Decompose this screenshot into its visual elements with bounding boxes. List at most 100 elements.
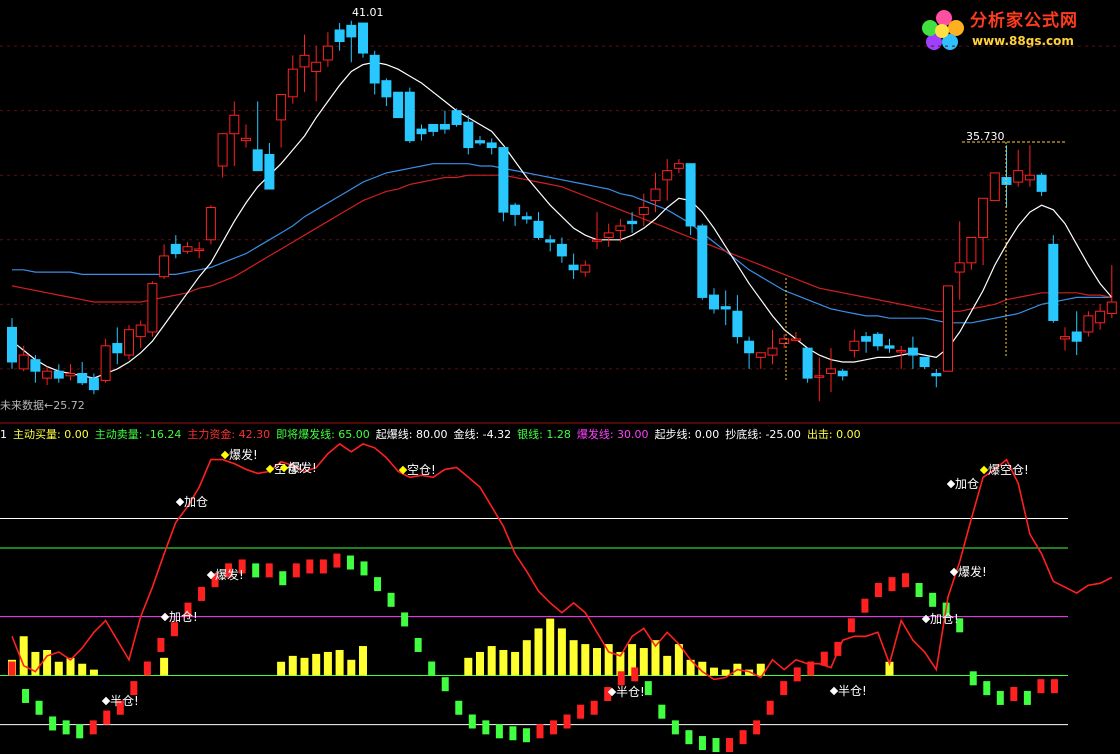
candle-body xyxy=(358,22,368,54)
active-buy-bar xyxy=(43,649,52,676)
signal-dot xyxy=(921,614,931,624)
ladder-step xyxy=(265,563,273,578)
candle-body xyxy=(954,262,965,273)
ladder-step xyxy=(996,690,1004,705)
candle-body xyxy=(112,343,123,354)
candle-body xyxy=(919,356,930,368)
candle-body xyxy=(755,352,766,358)
active-buy-bar xyxy=(347,659,356,676)
ladder-step xyxy=(319,559,327,574)
candle-body xyxy=(580,264,591,273)
ladder-step xyxy=(915,583,923,597)
active-buy-bar xyxy=(639,648,648,676)
active-buy-bar xyxy=(511,651,520,676)
candle-body xyxy=(1083,315,1094,333)
candle-body xyxy=(311,61,322,72)
candle-body xyxy=(194,248,205,251)
ladder-step xyxy=(455,700,463,715)
indicator-value-9: 起步线: 0.00 xyxy=(654,428,720,441)
recent-high-label: 35.730 xyxy=(966,130,1005,143)
indicator-value-6: 金线: -4.32 xyxy=(453,428,512,441)
candle-body xyxy=(521,216,532,220)
candle-body xyxy=(100,345,111,381)
ladder-step xyxy=(644,681,652,696)
ladder-step xyxy=(550,720,558,735)
ladder-step xyxy=(780,681,788,696)
ladder-step xyxy=(861,598,869,613)
indicator-value-7: 银线: 1.28 xyxy=(517,428,571,441)
candle-body xyxy=(685,163,696,227)
active-buy-bar xyxy=(593,648,601,676)
ladder-step xyxy=(306,559,314,574)
signal-dot xyxy=(946,479,956,489)
active-buy-bars xyxy=(8,618,894,676)
candle-body xyxy=(486,142,497,149)
active-buy-bar xyxy=(569,640,578,676)
candle-body xyxy=(510,204,521,215)
ladder-step xyxy=(847,618,855,633)
ladder-step xyxy=(468,714,476,729)
candle-body xyxy=(615,225,626,232)
ladder-step xyxy=(631,667,639,682)
signal-dot xyxy=(829,686,839,696)
candle-body xyxy=(650,188,661,202)
candle-body xyxy=(1036,174,1047,192)
ladder-step xyxy=(387,592,395,607)
candle-body xyxy=(88,377,99,391)
candle-body xyxy=(779,338,790,345)
candle-body xyxy=(1071,331,1082,342)
candle-body xyxy=(287,68,298,98)
ladder-step xyxy=(62,720,70,735)
candle-body xyxy=(451,110,462,125)
ladder-step xyxy=(983,681,991,696)
signal-label: 半仓! xyxy=(616,685,645,699)
candle-body xyxy=(1048,243,1059,321)
candle-body xyxy=(498,147,509,213)
candle-body xyxy=(65,373,76,377)
indicator-value-4: 即将爆发线: 65.00 xyxy=(276,428,370,441)
candle-body xyxy=(744,340,755,354)
ladder-step xyxy=(590,700,598,715)
ladder-step xyxy=(522,728,530,743)
candle-body xyxy=(428,124,439,132)
ladder-step xyxy=(712,738,720,753)
candle-body xyxy=(533,220,544,238)
high-price-label: 41.01 xyxy=(352,6,384,19)
signal-label: 爆空仓! xyxy=(988,463,1029,477)
active-buy-bar xyxy=(487,646,496,676)
ladder-step xyxy=(766,700,774,715)
candle-body xyxy=(77,373,88,384)
signal-label: 爆发! xyxy=(958,564,987,579)
ladder-step xyxy=(441,677,449,692)
candle-body xyxy=(720,306,731,310)
signal-label: 爆发! xyxy=(288,460,317,475)
active-buy-bar xyxy=(312,653,321,676)
active-buy-bar xyxy=(54,661,63,676)
active-buy-bar xyxy=(288,655,297,676)
candle-body xyxy=(638,207,649,215)
candle-body xyxy=(205,207,216,241)
candle-body xyxy=(381,80,392,98)
candle-body xyxy=(30,359,41,372)
indicator-panel-grid xyxy=(0,518,1068,726)
active-buy-bar xyxy=(323,651,332,676)
candle-body xyxy=(18,354,29,370)
signal-dot xyxy=(979,465,989,475)
candle-body xyxy=(556,243,567,257)
ladder-step xyxy=(617,671,625,686)
ladder-step xyxy=(1050,679,1058,694)
ladder-step xyxy=(157,637,165,652)
ladder-step xyxy=(346,555,354,570)
candle-body xyxy=(393,91,404,119)
candle-body xyxy=(53,370,64,379)
ladder-step xyxy=(536,724,544,739)
candle-body xyxy=(334,29,345,42)
candle-body xyxy=(439,124,450,130)
ladder-step xyxy=(658,704,666,719)
candle-body xyxy=(814,375,825,378)
active-buy-bar xyxy=(557,628,566,676)
candle-body xyxy=(966,236,977,264)
indicator-values-bar: 1 主动买量: 0.00 主动卖量: -16.24 主力资金: 42.30 即将爆发线:… xyxy=(0,426,867,441)
indicator-value-1: 主动买量: 0.00 xyxy=(13,428,89,441)
signal-label: 加仓 xyxy=(184,495,208,509)
